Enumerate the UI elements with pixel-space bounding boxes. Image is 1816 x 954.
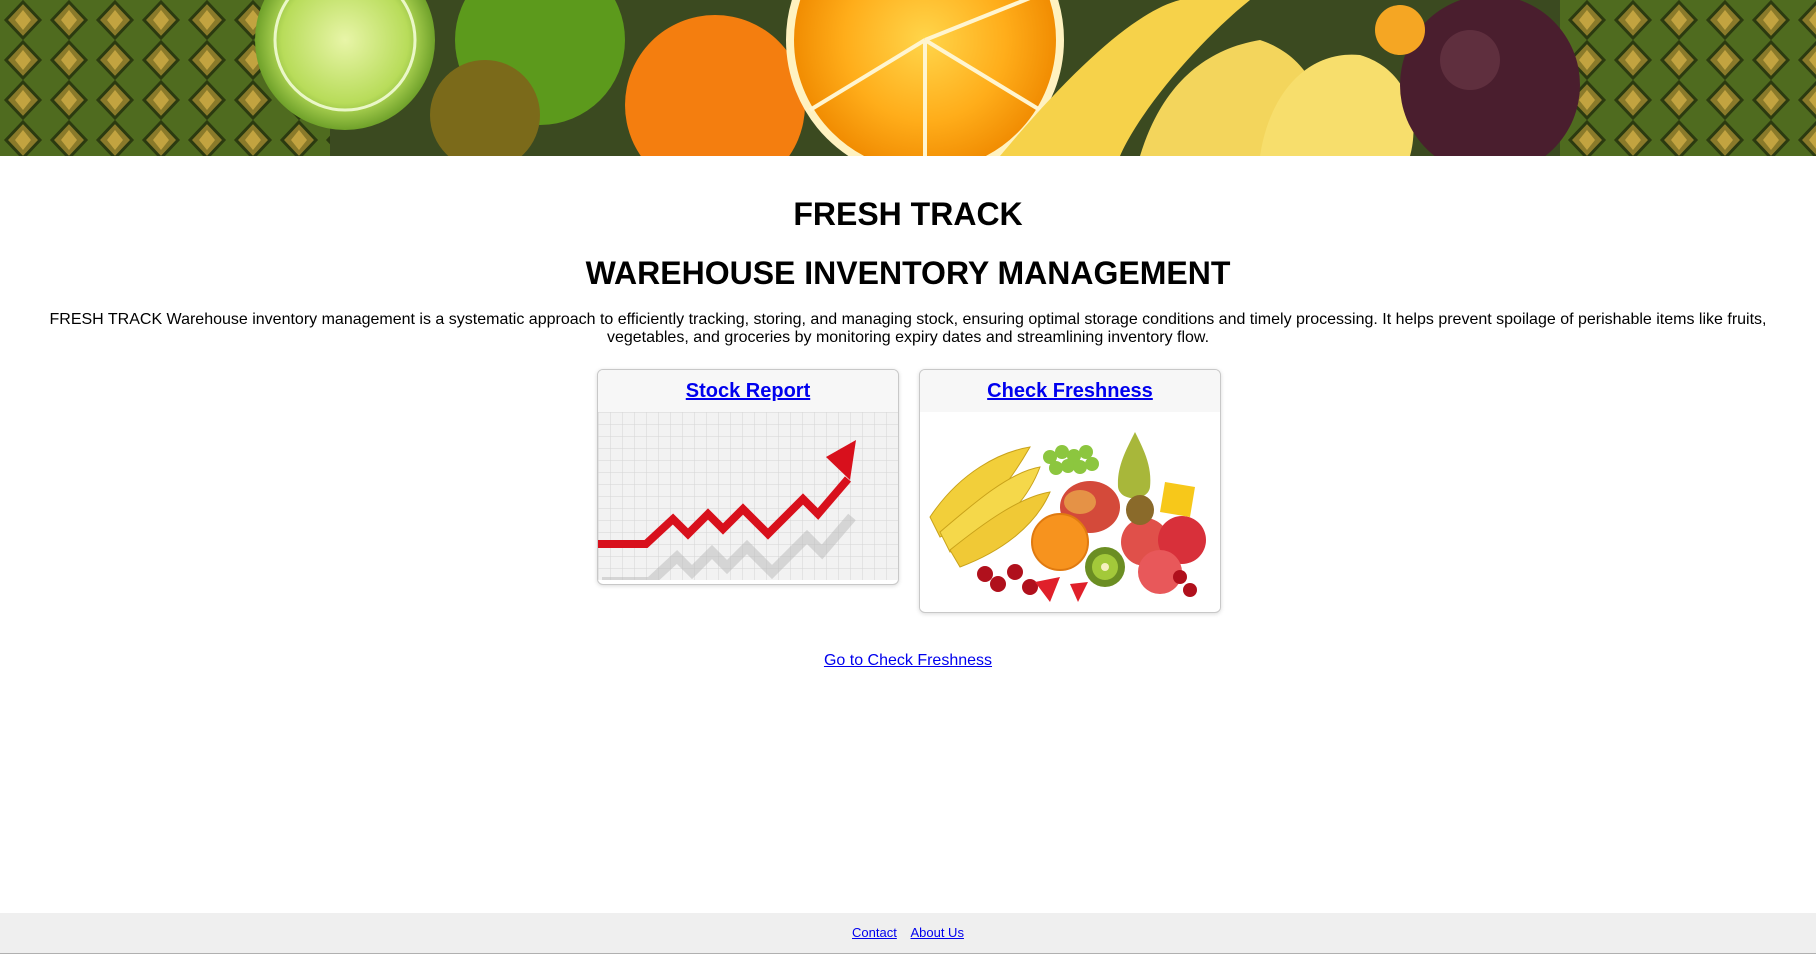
stock-report-card-header: Stock Report bbox=[598, 370, 898, 412]
page-subtitle: WAREHOUSE INVENTORY MANAGEMENT bbox=[585, 255, 1231, 291]
goto-freshness-container: Go to Check Freshness bbox=[0, 652, 1816, 670]
page: FRESH TRACK WAREHOUSE INVENTORY MANAGEME… bbox=[0, 0, 1816, 954]
page-title: FRESH TRACK bbox=[793, 196, 1023, 232]
footer: Contact About Us bbox=[0, 913, 1816, 954]
check-freshness-link[interactable]: Check Freshness bbox=[987, 380, 1153, 402]
hero-banner-image bbox=[0, 0, 1816, 156]
rising-chart-arrow-image[interactable] bbox=[598, 412, 898, 580]
footer-about-link[interactable]: About Us bbox=[910, 925, 963, 940]
stock-report-link[interactable]: Stock Report bbox=[686, 380, 810, 402]
stock-report-card: Stock Report bbox=[597, 369, 899, 585]
page-description: FRESH TRACK Warehouse inventory manageme… bbox=[49, 311, 1767, 346]
goto-check-freshness-link[interactable]: Go to Check Freshness bbox=[824, 652, 992, 669]
footer-contact-link[interactable]: Contact bbox=[852, 925, 897, 940]
fruit-assortment-image[interactable] bbox=[920, 412, 1220, 610]
check-freshness-card: Check Freshness bbox=[919, 369, 1221, 613]
check-freshness-card-header: Check Freshness bbox=[920, 370, 1220, 412]
